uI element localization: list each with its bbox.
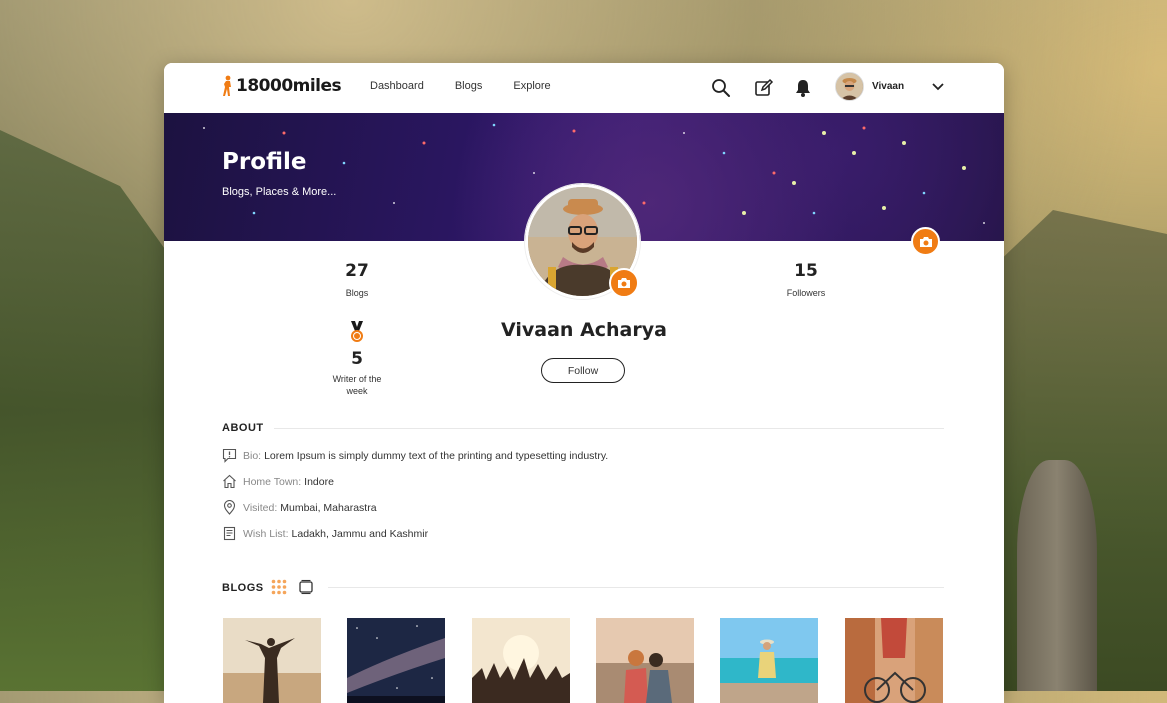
main-nav: Dashboard Blogs Explore xyxy=(370,80,582,92)
chevron-down-icon[interactable] xyxy=(932,82,944,92)
change-avatar-button[interactable] xyxy=(609,268,639,298)
blog-thumbnail[interactable] xyxy=(347,618,445,703)
award-label-line2: week xyxy=(346,386,368,396)
nav-explore[interactable]: Explore xyxy=(513,80,550,92)
bio-key: Bio: xyxy=(243,449,262,462)
home-icon xyxy=(223,474,236,489)
wishlist-value: Ladakh, Jammu and Kashmir xyxy=(291,527,429,540)
visited-key: Visited: xyxy=(243,501,278,514)
page-subtitle: Blogs, Places & More... xyxy=(222,186,337,198)
logo[interactable]: 18000miles xyxy=(222,75,342,97)
wishlist-key: Wish List: xyxy=(243,527,289,540)
profile-name: Vivaan Acharya xyxy=(501,319,667,341)
blog-image-night-sky xyxy=(347,618,445,703)
about-wishlist-row: Wish List: Ladakh, Jammu and Kashmir xyxy=(222,526,428,541)
avatar xyxy=(835,72,864,101)
nav-blogs[interactable]: Blogs xyxy=(455,80,483,92)
hometown-key: Home Town: xyxy=(243,475,302,488)
follow-button[interactable]: Follow xyxy=(541,358,625,383)
followers-stat: 15 Followers xyxy=(766,261,846,299)
grid-view-icon[interactable] xyxy=(271,579,287,595)
blog-image-concert xyxy=(472,618,570,703)
hiker-logo-icon xyxy=(223,75,231,96)
medal-icon xyxy=(351,321,363,342)
bio-value: Lorem Ipsum is simply dummy text of the … xyxy=(264,449,609,462)
camera-icon xyxy=(919,236,932,247)
award-label-line1: Writer of the xyxy=(332,374,382,384)
blogs-stat: 27 Blogs xyxy=(317,261,397,299)
followers-count: 15 xyxy=(794,261,818,281)
award-label: Writer of the week xyxy=(317,373,397,397)
hometown-value: Indore xyxy=(304,475,334,488)
blogs-label: Blogs xyxy=(345,288,369,298)
user-name: Vivaan xyxy=(872,81,905,92)
background-rock xyxy=(1017,460,1097,691)
blog-thumbnail[interactable] xyxy=(720,618,818,703)
camera-icon xyxy=(618,278,630,288)
page-title: Profile xyxy=(222,149,307,175)
blog-image-couple xyxy=(596,618,694,703)
search-icon[interactable] xyxy=(711,78,731,98)
about-title: ABOUT xyxy=(222,422,264,434)
blog-thumbnail[interactable] xyxy=(845,618,943,703)
blog-thumbnail[interactable] xyxy=(223,618,321,703)
location-pin-icon xyxy=(223,500,236,515)
award-count: 5 xyxy=(351,349,363,369)
top-navbar: 18000miles Dashboard Blogs Explore Vivaa… xyxy=(164,63,1004,113)
blog-thumbnail[interactable] xyxy=(472,618,570,703)
profile-card: 18000miles Dashboard Blogs Explore Vivaa… xyxy=(164,63,1004,703)
bell-icon[interactable] xyxy=(793,78,813,98)
followers-label: Followers xyxy=(786,288,826,298)
list-view-icon[interactable] xyxy=(298,579,314,595)
blog-thumbnail[interactable] xyxy=(596,618,694,703)
change-cover-button[interactable] xyxy=(911,227,940,256)
about-visited-row: Visited: Mumbai, Maharastra xyxy=(222,500,377,515)
about-hometown-row: Home Town: Indore xyxy=(222,474,334,489)
bio-icon xyxy=(222,448,237,463)
wishlist-icon xyxy=(223,526,236,541)
blog-image-bicycle xyxy=(845,618,943,703)
about-bio-row: Bio: Lorem Ipsum is simply dummy text of… xyxy=(222,448,608,463)
award-stat: 5 Writer of the week xyxy=(317,349,397,397)
blogs-count: 27 xyxy=(345,261,369,281)
blogs-title: BLOGS xyxy=(222,582,264,594)
blog-image-sunrise xyxy=(223,618,321,703)
user-avatar-photo xyxy=(836,73,863,100)
visited-value: Mumbai, Maharastra xyxy=(280,501,377,514)
blogs-divider xyxy=(328,587,944,588)
blog-image-beach xyxy=(720,618,818,703)
user-menu[interactable]: Vivaan xyxy=(835,72,904,101)
edit-icon[interactable] xyxy=(754,78,774,98)
logo-text: 18000miles xyxy=(236,76,342,96)
nav-dashboard[interactable]: Dashboard xyxy=(370,80,424,92)
about-divider xyxy=(274,428,944,429)
